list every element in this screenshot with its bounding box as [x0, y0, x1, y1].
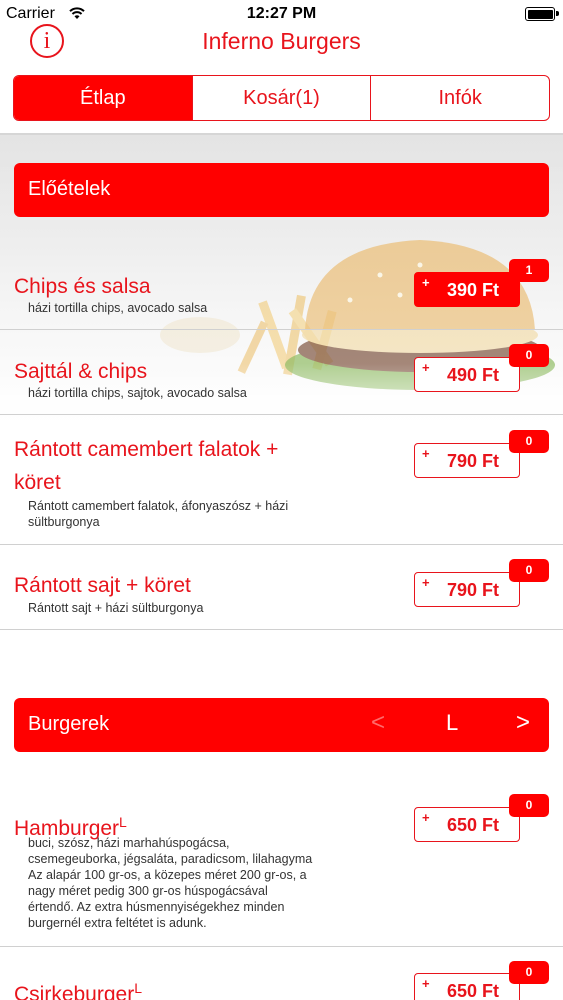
menu-item: Sajttál & chips házi tortilla chips, saj… — [0, 330, 563, 415]
battery-icon — [525, 7, 559, 21]
item-description-line: csemegeuborka, jégsaláta, paradicsom, li… — [28, 852, 313, 866]
cart-count-badge: 1 — [509, 259, 549, 282]
item-price: 490 Ft — [446, 365, 500, 385]
item-name: CsirkeburgerL — [14, 972, 314, 1000]
item-name: Rántott sajt + köret — [14, 574, 191, 597]
size-prev-button[interactable]: < — [371, 709, 385, 737]
add-to-cart-button[interactable]: + 650 Ft — [414, 973, 520, 1000]
item-description-line: sültburgonya — [28, 515, 100, 529]
item-description-line: Az alapár 100 gr-os, a közepes méret 200… — [28, 868, 307, 882]
item-name-line: köret — [14, 471, 61, 494]
section-header-burgers[interactable]: Burgerek < L > — [14, 698, 549, 752]
item-name: Rántott camembert falatok + köret — [14, 433, 314, 499]
section-header-appetizers[interactable]: Előételek — [14, 163, 549, 217]
size-next-button[interactable]: > — [516, 709, 530, 737]
item-description-line: értendő. Az extra húsmennyiségekhez mind… — [28, 900, 285, 914]
cart-count-badge: 0 — [509, 961, 549, 984]
status-bar: Carrier 12:27 PM — [0, 0, 563, 30]
item-description-line: buci, szósz, házi marhahúspogácsa, — [28, 836, 230, 850]
item-price: 790 Ft — [446, 580, 500, 600]
item-price: 790 Ft — [446, 451, 500, 471]
item-description-line: burgernél extra feltétet is adunk. — [28, 916, 207, 930]
cart-count-badge: 0 — [509, 430, 549, 453]
cart-count-badge: 0 — [509, 559, 549, 582]
item-description: Rántott sajt + házi sültburgonya — [28, 601, 204, 615]
item-name: Chips és salsa — [14, 275, 151, 298]
item-description: házi tortilla chips, sajtok, avocado sal… — [28, 386, 247, 400]
clock: 12:27 PM — [246, 5, 317, 22]
size-indicator: L — [446, 710, 459, 735]
item-description-line: nagy méret pedig 300 gr-os húspogácsával — [28, 884, 268, 898]
cart-count-badge: 0 — [509, 794, 549, 817]
add-to-cart-button[interactable]: + 790 Ft — [414, 572, 520, 607]
item-name-text: Csirkeburger — [14, 983, 135, 1000]
add-to-cart-button[interactable]: + 650 Ft — [414, 807, 520, 842]
menu-item: CsirkeburgerL + 650 Ft 0 — [0, 947, 563, 1000]
tab-bar: Étlap Kosár(1) Infók — [13, 75, 550, 121]
item-name-line: Rántott camembert falatok + — [14, 438, 279, 461]
item-size-marker: L — [119, 814, 127, 830]
add-to-cart-button[interactable]: + 790 Ft — [414, 443, 520, 478]
cart-count-badge: 0 — [509, 344, 549, 367]
item-description-line: Rántott camembert falatok, áfonyaszósz +… — [28, 499, 289, 513]
add-to-cart-button[interactable]: + 390 Ft — [414, 272, 520, 307]
item-description: Rántott camembert falatok, áfonyaszósz +… — [28, 498, 338, 530]
add-to-cart-button[interactable]: + 490 Ft — [414, 357, 520, 392]
item-description: buci, szósz, házi marhahúspogácsa, cseme… — [28, 835, 338, 931]
menu-item: Chips és salsa házi tortilla chips, avoc… — [0, 245, 563, 330]
tab-menu[interactable]: Étlap — [14, 76, 193, 120]
item-price: 390 Ft — [446, 280, 500, 300]
item-price: 650 Ft — [446, 981, 500, 1000]
item-name: Sajttál & chips — [14, 360, 148, 383]
section-title: Előételek — [28, 178, 111, 200]
menu-item: Rántott sajt + köret Rántott sajt + házi… — [0, 545, 563, 630]
item-description: házi tortilla chips, avocado salsa — [28, 301, 208, 315]
tab-info[interactable]: Infók — [371, 76, 549, 120]
item-price: 650 Ft — [446, 815, 500, 835]
menu-item: Rántott camembert falatok + köret Rántot… — [0, 415, 563, 545]
item-size-marker: L — [134, 980, 143, 996]
app-title: Inferno Burgers — [202, 28, 361, 54]
section-title: Burgerek — [28, 713, 110, 735]
menu-item: HamburgerL buci, szósz, házi marhahúspog… — [0, 780, 563, 947]
tab-cart[interactable]: Kosár(1) — [193, 76, 372, 120]
